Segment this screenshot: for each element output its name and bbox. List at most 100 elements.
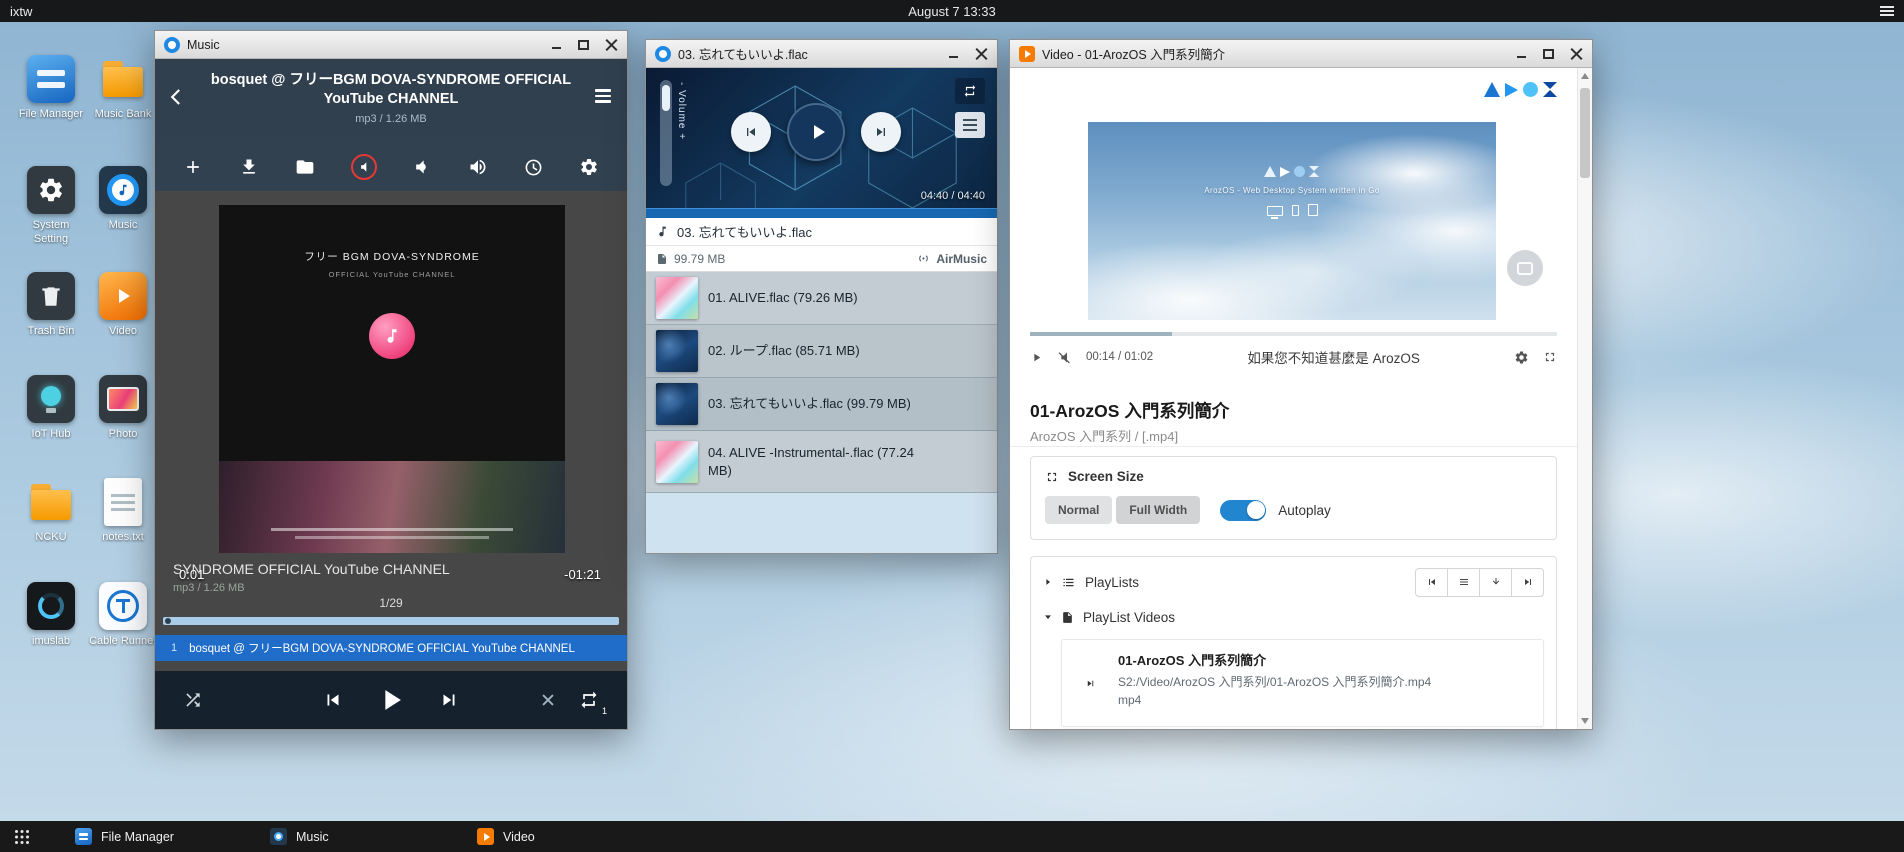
music-window-titlebar[interactable]: Music	[155, 31, 627, 59]
video-seek-bar[interactable]	[1030, 332, 1557, 336]
divider	[1010, 446, 1577, 447]
maximize-button[interactable]	[1543, 49, 1554, 59]
volume-slider[interactable]	[660, 80, 672, 186]
airmusic-window-titlebar[interactable]: 03. 忘れてもいいよ.flac	[646, 40, 997, 68]
timer-button[interactable]	[524, 158, 543, 177]
menu-icon[interactable]	[595, 89, 611, 103]
volume-up-button[interactable]	[468, 157, 488, 177]
desktop-icon-video[interactable]: Video	[87, 272, 159, 339]
playlist-videos-row[interactable]: PlayList Videos	[1043, 603, 1544, 631]
desktop-icon-trash-bin[interactable]: Trash Bin	[15, 272, 87, 339]
autoplay-toggle[interactable]	[1220, 500, 1266, 521]
shuffle-icon[interactable]	[183, 690, 203, 710]
play-button[interactable]	[1030, 351, 1043, 364]
caret-right-icon[interactable]	[1043, 577, 1053, 587]
track-title: 04. ALIVE -Instrumental-.flac (77.24 MB)	[708, 444, 987, 479]
volume-mute-button[interactable]	[351, 154, 377, 180]
playlist-track-row-current[interactable]: 03. 忘れてもいいよ.flac (99.79 MB)	[646, 378, 997, 431]
previous-button[interactable]	[731, 112, 771, 152]
add-button[interactable]	[183, 157, 203, 177]
video-window-titlebar[interactable]: Video - 01-ArozOS 入門系列簡介	[1010, 40, 1592, 68]
menu-icon[interactable]	[1880, 6, 1894, 16]
taskbar-item-video[interactable]: Video	[477, 821, 535, 852]
desktop-icon-system-setting[interactable]: System Setting	[15, 166, 87, 247]
repeat-one-button[interactable]: 1	[579, 690, 599, 710]
play-icon	[1280, 167, 1290, 177]
play-button[interactable]	[787, 103, 845, 161]
playlist-track-row[interactable]: 02. ループ.flac (85.71 MB)	[646, 325, 997, 378]
play-icon	[1505, 83, 1518, 97]
desktop-icon-ncku[interactable]: NCKU	[15, 478, 87, 545]
scrollbar-thumb[interactable]	[1580, 88, 1590, 178]
file-manager-icon	[75, 828, 92, 845]
previous-button[interactable]	[322, 689, 344, 711]
playlist-video-item[interactable]: 01-ArozOS 入門系列簡介 S2:/Video/ArozOS 入門系列/0…	[1061, 639, 1544, 727]
repeat-button[interactable]	[955, 78, 985, 104]
taskbar-item-label: Music	[296, 830, 329, 844]
playlists-row[interactable]: PlayLists	[1043, 567, 1544, 597]
cross-icon[interactable]	[541, 693, 555, 707]
minimize-button[interactable]	[551, 39, 562, 50]
playlist-row-overflow-subtitle: mp3 / 1.26 MB	[173, 582, 245, 594]
desktop-icon-photo[interactable]: Photo	[87, 375, 159, 442]
next-button[interactable]	[438, 689, 460, 711]
time-display: 04:40 / 04:40	[921, 190, 985, 202]
art-caption-line	[295, 536, 489, 539]
volume-down-button[interactable]	[412, 157, 432, 177]
playlist-current-row[interactable]: 1 bosquet @ フリーBGM DOVA-SYNDROME OFFICIA…	[155, 635, 627, 661]
volume-handle[interactable]	[662, 85, 670, 111]
playlist-button-group	[1415, 568, 1544, 597]
desktop-icon-cable-runner[interactable]: Cable Runner	[87, 582, 159, 649]
download-button[interactable]	[239, 157, 259, 177]
skip-back-button[interactable]	[1415, 568, 1448, 597]
player-toolbar	[155, 143, 627, 191]
desktop-icon-iot-hub[interactable]: IoT Hub	[15, 375, 87, 442]
settings-button[interactable]	[579, 157, 599, 177]
download-button[interactable]	[1479, 568, 1512, 597]
seek-handle[interactable]	[165, 618, 171, 624]
maximize-button[interactable]	[578, 40, 589, 50]
playlist-track-row[interactable]: 04. ALIVE -Instrumental-.flac (77.24 MB)	[646, 431, 997, 493]
player-controls: 1	[155, 671, 627, 729]
next-button[interactable]	[861, 112, 901, 152]
video-player[interactable]: ArozOS - Web Desktop System written in G…	[1088, 122, 1496, 320]
close-button[interactable]	[605, 38, 618, 51]
playlist-menu-button[interactable]	[955, 112, 985, 138]
queue-list-button[interactable]	[1447, 568, 1480, 597]
taskbar-item-label: File Manager	[101, 830, 174, 844]
mute-button[interactable]	[1057, 350, 1072, 365]
channel-title: bosquet @ フリーBGM DOVA-SYNDROME OFFICIAL …	[203, 71, 579, 109]
minimize-button[interactable]	[1516, 48, 1527, 59]
playlist-track-row[interactable]: 01. ALIVE.flac (79.26 MB)	[646, 272, 997, 325]
scroll-up-icon[interactable]	[1581, 73, 1589, 79]
desktop-icon-notes-txt[interactable]: notes.txt	[87, 478, 159, 545]
minimize-button[interactable]	[948, 48, 959, 59]
skip-forward-button[interactable]	[1511, 568, 1544, 597]
close-button[interactable]	[975, 47, 988, 60]
close-button[interactable]	[1570, 47, 1583, 60]
scroll-down-icon[interactable]	[1581, 718, 1589, 724]
open-folder-button[interactable]	[295, 157, 315, 177]
photo-icon	[99, 375, 147, 423]
caret-down-icon[interactable]	[1043, 612, 1053, 622]
mini-player-button[interactable]	[1507, 250, 1543, 286]
app-launcher-icon[interactable]	[14, 829, 30, 845]
repeat-count-badge: 1	[602, 706, 607, 716]
progress-bar[interactable]	[646, 208, 997, 218]
play-button[interactable]	[374, 683, 408, 717]
hourglass-icon	[1309, 166, 1320, 177]
fullscreen-button[interactable]	[1543, 350, 1557, 364]
scrollbar[interactable]	[1577, 68, 1592, 729]
full-width-button[interactable]: Full Width	[1116, 496, 1200, 524]
taskbar-item-file-manager[interactable]: File Manager	[75, 821, 174, 852]
video-settings-button[interactable]	[1514, 350, 1529, 365]
normal-button[interactable]: Normal	[1045, 496, 1112, 524]
taskbar-item-music[interactable]: Music	[270, 821, 329, 852]
desktop-icon-file-manager[interactable]: File Manager	[15, 55, 87, 122]
desktop-icon-music-bank[interactable]: Music Bank	[87, 55, 159, 122]
seek-bar[interactable]	[163, 617, 619, 625]
video-subtitle: 如果您不知道甚麼是 ArozOS	[1167, 347, 1500, 367]
desktop-icon-music[interactable]: Music	[87, 166, 159, 233]
desktop-icon-imuslab[interactable]: imuslab	[15, 582, 87, 649]
back-icon[interactable]	[167, 87, 187, 107]
